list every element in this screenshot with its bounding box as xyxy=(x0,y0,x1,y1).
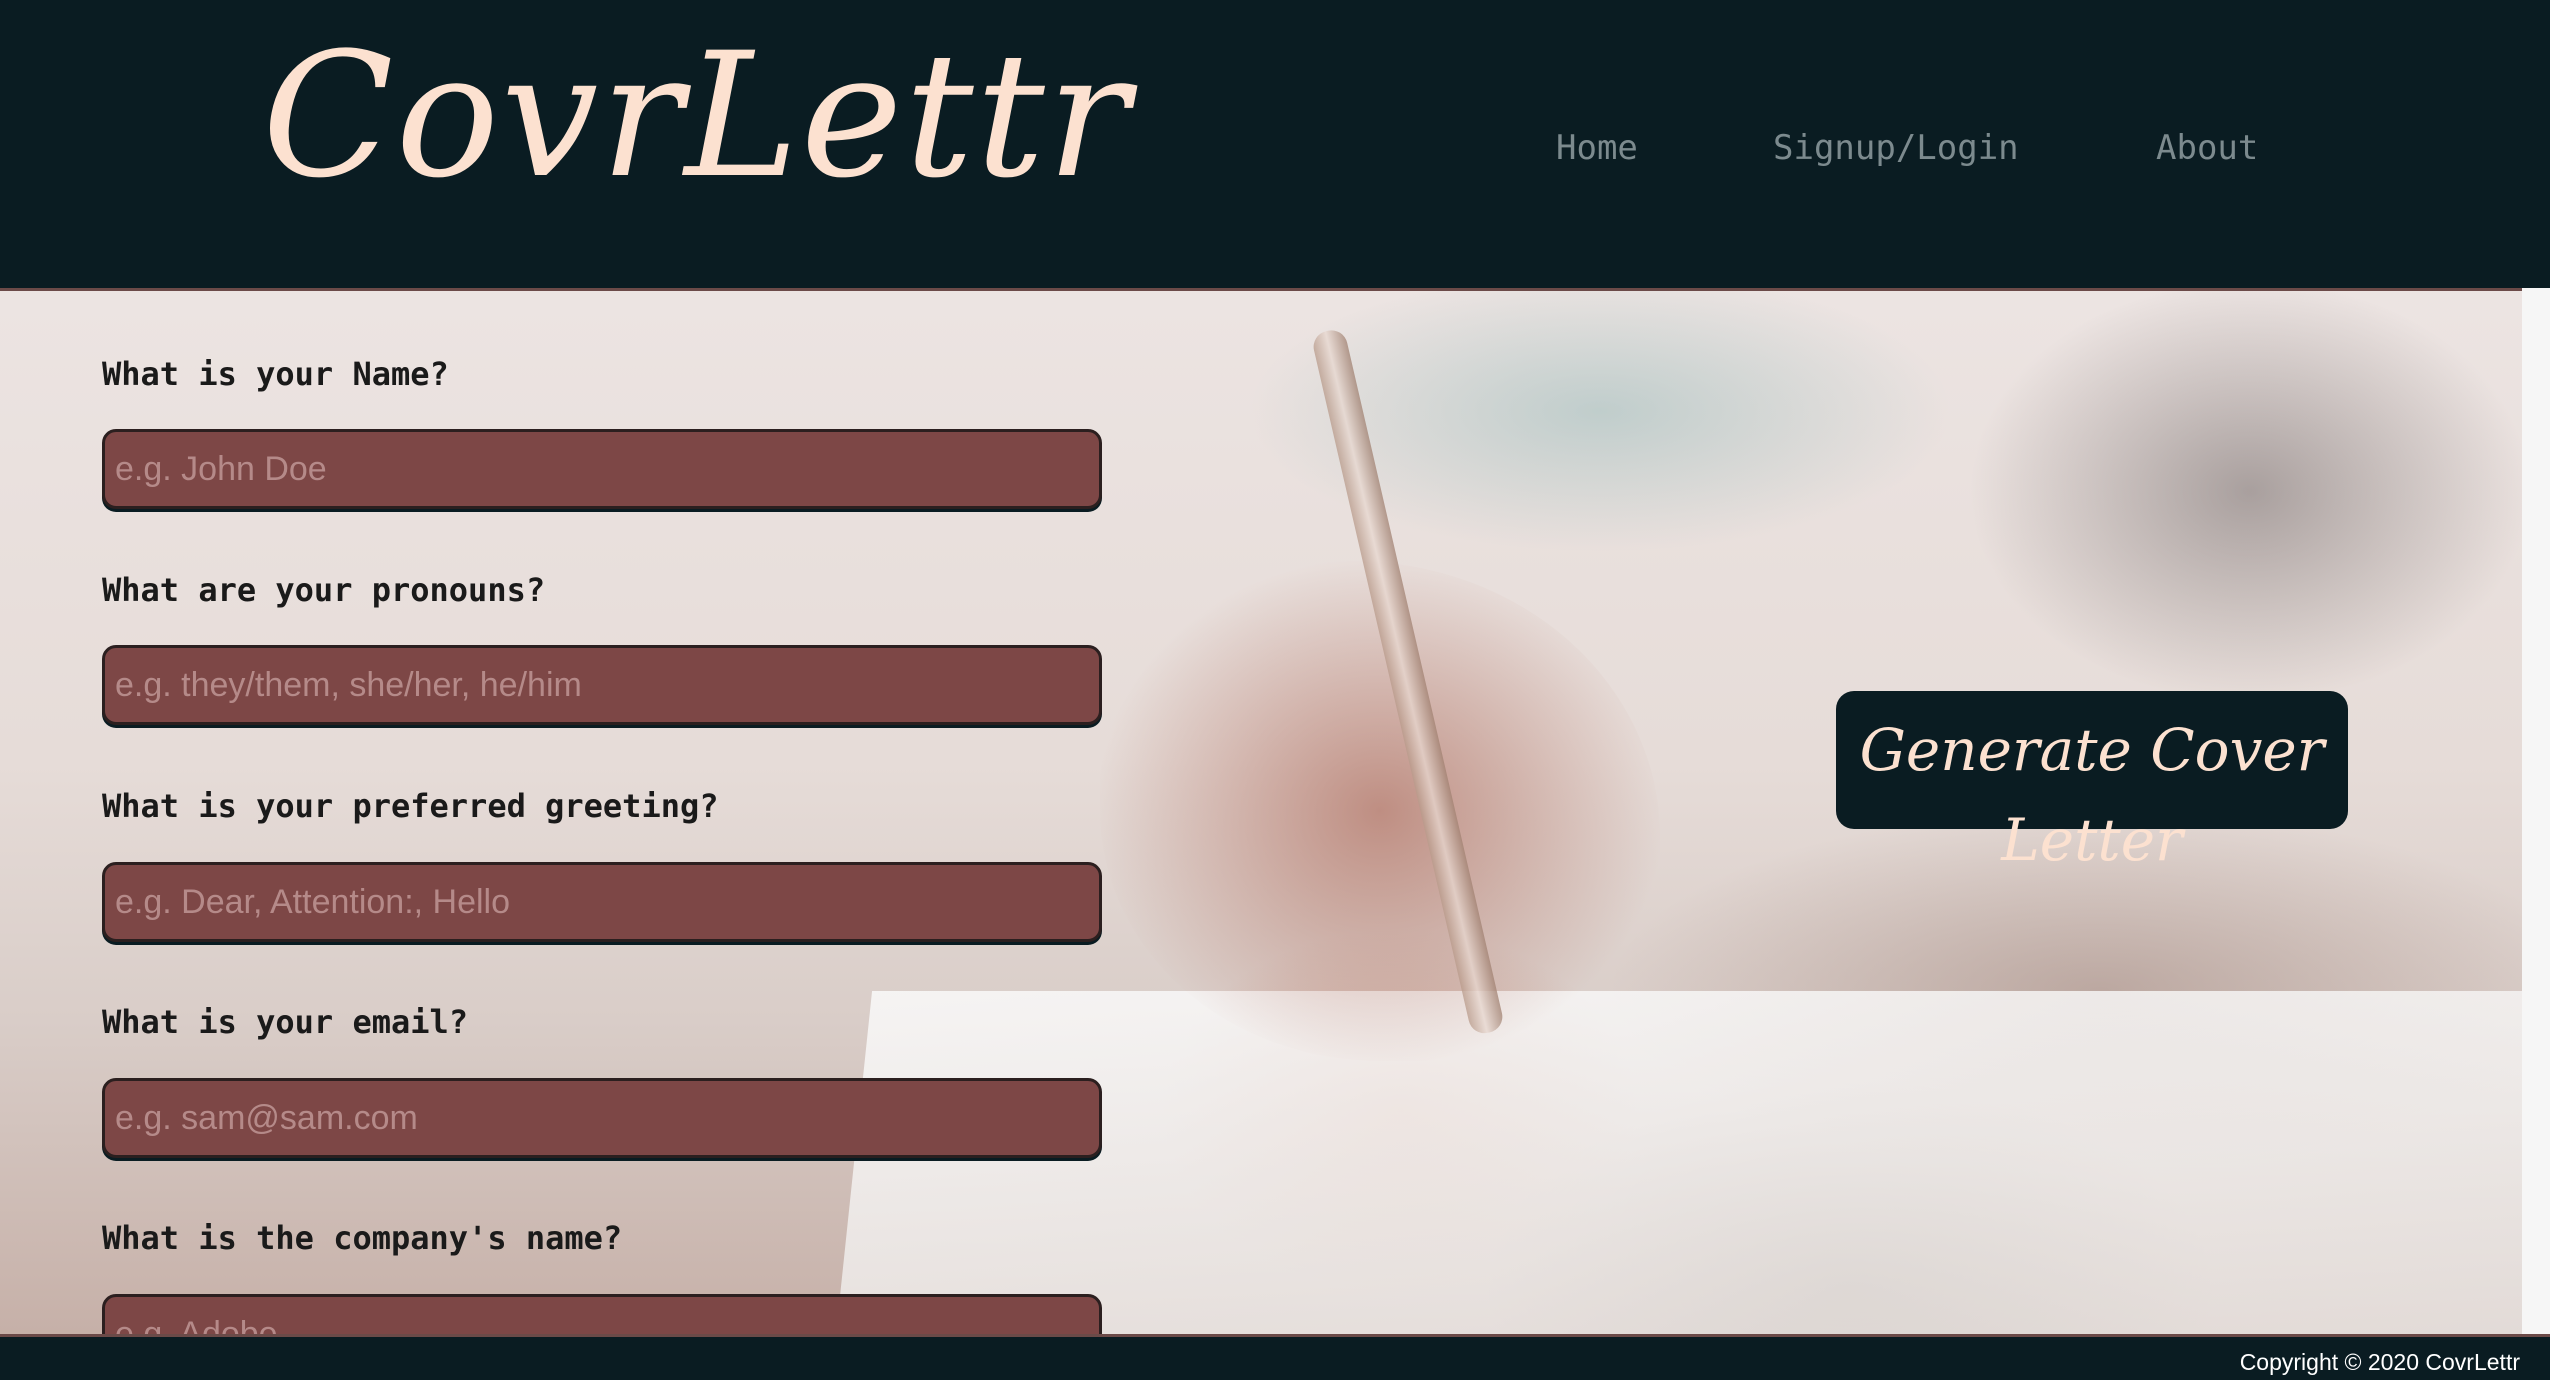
company-label: What is the company's name? xyxy=(102,1219,623,1257)
greeting-input[interactable] xyxy=(102,862,1102,942)
greeting-label: What is your preferred greeting? xyxy=(102,787,719,825)
site-header: CovrLettr Home Signup/Login About xyxy=(0,0,2550,288)
nav-link-home[interactable]: Home xyxy=(1556,128,1638,168)
generate-button-label-line1: Generate Cover xyxy=(1859,716,2325,784)
company-input[interactable] xyxy=(102,1294,1102,1334)
name-label: What is your Name? xyxy=(102,355,449,393)
main-nav: Home Signup/Login About xyxy=(0,128,2550,168)
pronouns-input[interactable] xyxy=(102,645,1102,725)
page-scroll-gutter xyxy=(2522,288,2550,1334)
email-input[interactable] xyxy=(102,1078,1102,1158)
site-footer: Copyright © 2020 CovrLettr xyxy=(0,1334,2550,1380)
nav-link-about[interactable]: About xyxy=(2156,128,2258,168)
background-notebook-image xyxy=(827,991,2522,1334)
generate-button-label: Generate Cover Letter xyxy=(1836,705,2348,885)
pronouns-label: What are your pronouns? xyxy=(102,571,546,609)
generate-cover-letter-button[interactable]: Generate Cover Letter xyxy=(1836,691,2348,874)
site-logo[interactable]: CovrLettr xyxy=(262,30,1131,202)
name-input[interactable] xyxy=(102,429,1102,509)
nav-link-signup-login[interactable]: Signup/Login xyxy=(1773,128,2019,168)
generate-button-label-line2: Letter xyxy=(2001,806,2183,874)
copyright-text: Copyright © 2020 CovrLettr xyxy=(2239,1349,2520,1375)
hero-section: What is your Name? What are your pronoun… xyxy=(0,288,2522,1334)
email-label: What is your email? xyxy=(102,1003,469,1041)
